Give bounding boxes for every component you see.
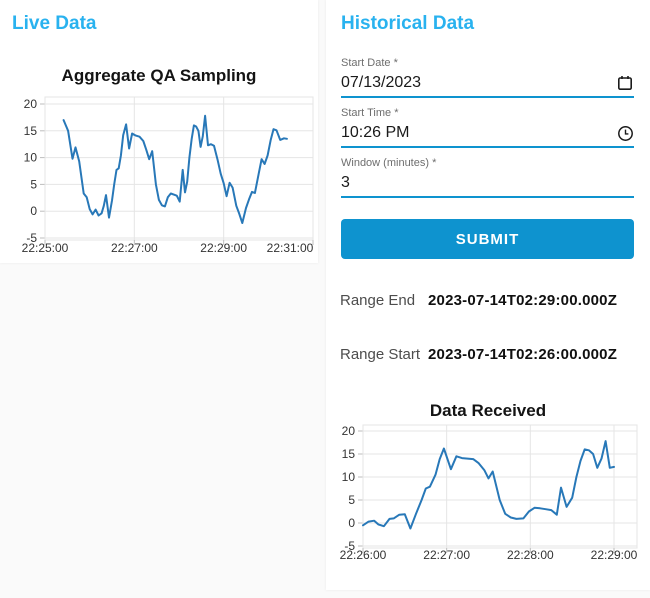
required-asterisk: * xyxy=(393,57,398,69)
svg-text:5: 5 xyxy=(30,177,37,191)
svg-text:10: 10 xyxy=(24,151,38,165)
svg-text:22:26:00: 22:26:00 xyxy=(340,548,387,562)
range-end-value: 2023-07-14T02:29:00.000Z xyxy=(428,292,618,309)
svg-text:22:28:00: 22:28:00 xyxy=(507,548,554,562)
range-start-value: 2023-07-14T02:26:00.000Z xyxy=(428,346,618,363)
start-date-label: Start Date * xyxy=(341,57,398,69)
live-data-panel: Live Data Aggregate QA Sampling 20 15 10 5 0… xyxy=(0,0,318,263)
svg-text:5: 5 xyxy=(348,493,355,507)
range-end-label: Range End xyxy=(340,292,416,309)
svg-text:15: 15 xyxy=(342,447,356,461)
range-end-row: Range End 2023-07-14T02:29:00.000Z xyxy=(340,292,634,310)
historical-data-panel: Historical Data Start Date * Start Time … xyxy=(326,0,650,590)
window-minutes-field: Window (minutes) * xyxy=(341,157,634,198)
submit-button[interactable]: SUBMIT xyxy=(341,219,634,259)
svg-text:0: 0 xyxy=(348,516,355,530)
calendar-icon[interactable] xyxy=(616,74,634,92)
svg-text:22:29:00: 22:29:00 xyxy=(591,548,638,562)
required-asterisk: * xyxy=(432,157,437,169)
clock-icon[interactable] xyxy=(616,124,634,142)
svg-text:15: 15 xyxy=(24,124,38,138)
svg-text:22:31:00: 22:31:00 xyxy=(267,241,314,255)
svg-text:0: 0 xyxy=(30,204,37,218)
live-data-title: Live Data xyxy=(12,13,97,34)
start-time-label: Start Time * xyxy=(341,107,399,119)
start-date-field: Start Date * xyxy=(341,57,634,98)
required-asterisk: * xyxy=(394,107,399,119)
window-minutes-label: Window (minutes) * xyxy=(341,157,437,169)
start-time-field: Start Time * xyxy=(341,107,634,148)
range-start-row: Range Start 2023-07-14T02:26:00.000Z xyxy=(340,346,634,364)
svg-text:20: 20 xyxy=(342,424,356,438)
svg-text:22:27:00: 22:27:00 xyxy=(423,548,470,562)
start-date-input[interactable] xyxy=(341,71,616,95)
svg-text:20: 20 xyxy=(24,97,38,111)
svg-text:22:29:00: 22:29:00 xyxy=(200,241,247,255)
historical-chart-title: Data Received xyxy=(429,401,547,420)
svg-text:22:25:00: 22:25:00 xyxy=(22,241,69,255)
historical-chart-svg: 20151050-522:26:00 22:27:00 22:28:00 22:29:… xyxy=(340,424,638,562)
svg-text:10: 10 xyxy=(342,470,356,484)
live-chart-svg: 20151050-522:25:00 22:27:00 22:29:00 22:31:… xyxy=(22,96,314,255)
range-start-label: Range Start xyxy=(340,346,421,363)
window-minutes-input[interactable] xyxy=(341,171,634,195)
start-time-input[interactable] xyxy=(341,121,616,145)
live-chart-title: Aggregate QA Sampling xyxy=(61,66,257,85)
svg-text:22:27:00: 22:27:00 xyxy=(111,241,158,255)
historical-data-title: Historical Data xyxy=(341,13,475,34)
